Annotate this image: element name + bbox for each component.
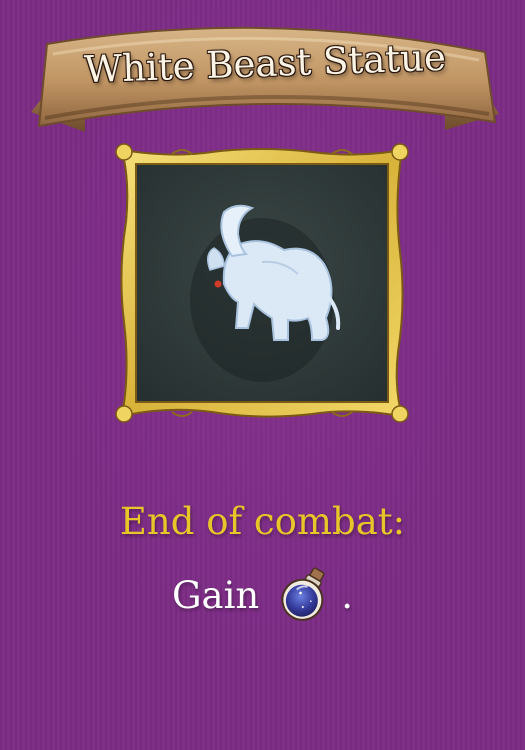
effect-end-text: .	[341, 573, 354, 617]
card: White Beast Statue End of combat: Gain .	[0, 0, 525, 750]
ornate-gold-frame-icon	[115, 143, 409, 423]
portrait-frame	[112, 142, 412, 424]
effect-verb-text: Gain	[171, 573, 260, 617]
title-banner: White Beast Statue	[25, 14, 505, 144]
effect-trigger-text: End of combat:	[119, 500, 406, 543]
effect-line: Gain .	[0, 565, 525, 625]
mana-potion-icon	[281, 567, 325, 621]
